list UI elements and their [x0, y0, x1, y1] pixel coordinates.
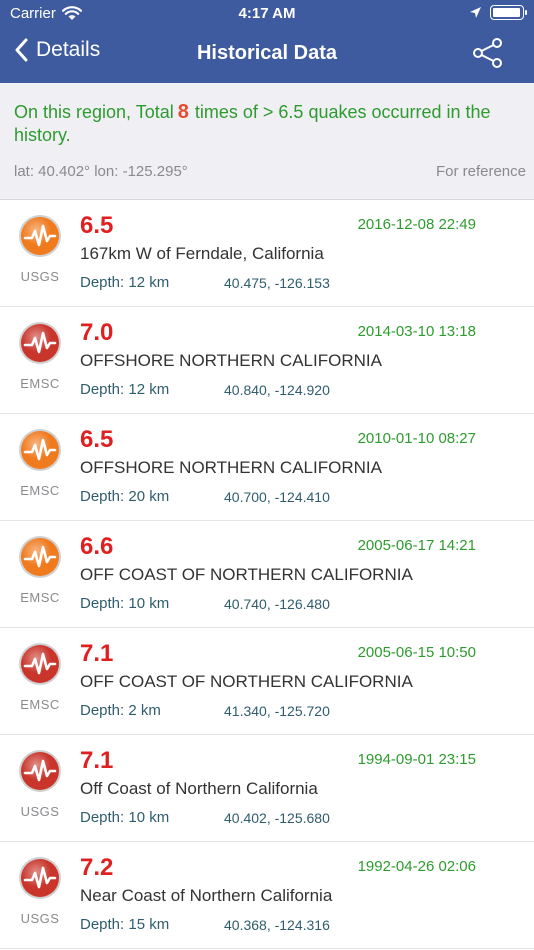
source-label: EMSC [20, 590, 60, 605]
quake-datetime: 2005-06-15 10:50 [357, 644, 476, 661]
battery-fill [493, 8, 520, 17]
quake-datetime: 2010-01-10 08:27 [357, 430, 476, 447]
quake-depth: Depth: 2 km [80, 702, 161, 719]
quake-row[interactable]: USGS 7.1 1994-09-01 23:15 Off Coast of N… [0, 735, 534, 842]
quake-location-name: 167km W of Ferndale, California [80, 244, 324, 263]
quake-location-name: OFFSHORE NORTHERN CALIFORNIA [80, 351, 382, 370]
battery-icon [490, 5, 527, 20]
quake-row[interactable]: USGS 6.5 2016-12-08 22:49 167km W of Fer… [0, 200, 534, 307]
source-label: USGS [20, 804, 60, 819]
seismograph-icon [19, 322, 61, 364]
quake-list: USGS 6.5 2016-12-08 22:49 167km W of Fer… [0, 200, 534, 949]
summary-text: On this region, Total 8 times of > 6.5 qua… [14, 101, 514, 147]
summary-text-before: On this region, Total [14, 102, 174, 122]
quake-row[interactable]: EMSC 6.5 2010-01-10 08:27 OFFSHORE NORTH… [0, 414, 534, 521]
source-label: EMSC [20, 697, 60, 712]
quake-datetime: 2005-06-17 14:21 [357, 537, 476, 554]
quake-row[interactable]: USGS 7.2 1992-04-26 02:06 Near Coast of … [0, 842, 534, 949]
share-icon[interactable] [472, 37, 504, 69]
quake-coordinates: 40.402, -125.680 [224, 810, 330, 826]
quake-location-name: Off Coast of Northern California [80, 779, 318, 798]
page-title: Historical Data [196, 42, 338, 64]
quake-depth: Depth: 12 km [80, 274, 170, 291]
source-label: USGS [20, 269, 60, 284]
source-label: USGS [20, 911, 60, 926]
quake-datetime: 2014-03-10 13:18 [357, 323, 476, 340]
seismograph-icon [19, 215, 61, 257]
quake-coordinates: 40.840, -124.920 [224, 382, 330, 398]
quake-coordinates: 40.475, -126.153 [224, 275, 330, 291]
seismograph-icon [19, 643, 61, 685]
seismograph-icon [19, 536, 61, 578]
region-coordinates: lat: 40.402° lon: -125.295° [14, 163, 188, 180]
status-right [469, 5, 527, 20]
quake-row[interactable]: EMSC 7.1 2005-06-15 10:50 OFF COAST OF N… [0, 628, 534, 735]
quake-row[interactable]: EMSC 6.6 2005-06-17 14:21 OFF COAST OF N… [0, 521, 534, 628]
quake-location-name: OFF COAST OF NORTHERN CALIFORNIA [80, 672, 413, 691]
top-bar: Carrier 4:17 AM Details Historical Data [0, 0, 534, 83]
quake-location-name: OFF COAST OF NORTHERN CALIFORNIA [80, 565, 413, 584]
quake-coordinates: 40.368, -124.316 [224, 917, 330, 933]
source-label: EMSC [20, 483, 60, 498]
source-label: EMSC [20, 376, 60, 391]
magnitude: 6.5 [80, 212, 114, 239]
seismograph-icon [19, 429, 61, 471]
quake-coordinates: 40.700, -124.410 [224, 489, 330, 505]
quake-depth: Depth: 15 km [80, 916, 170, 933]
quake-depth: Depth: 12 km [80, 381, 170, 398]
seismograph-icon [19, 857, 61, 899]
navigation-bar: Details Historical Data [0, 28, 534, 83]
magnitude: 7.2 [80, 854, 114, 881]
magnitude: 6.6 [80, 533, 114, 560]
quake-depth: Depth: 10 km [80, 595, 170, 612]
quake-datetime: 1992-04-26 02:06 [357, 858, 476, 875]
seismograph-icon [19, 750, 61, 792]
summary-panel: On this region, Total 8 times of > 6.5 qua… [0, 83, 534, 200]
quake-location-name: Near Coast of Northern California [80, 886, 333, 905]
quake-depth: Depth: 10 km [80, 809, 170, 826]
quake-depth: Depth: 20 km [80, 488, 170, 505]
quake-coordinates: 40.740, -126.480 [224, 596, 330, 612]
magnitude: 6.5 [80, 426, 114, 453]
quake-datetime: 2016-12-08 22:49 [357, 216, 476, 233]
status-bar: Carrier 4:17 AM [0, 0, 534, 28]
status-time: 4:17 AM [238, 5, 296, 22]
quake-datetime: 1994-09-01 23:15 [357, 751, 476, 768]
location-arrow-icon [470, 7, 481, 18]
quake-count: 8 [177, 101, 189, 123]
magnitude: 7.1 [80, 747, 114, 774]
magnitude: 7.1 [80, 640, 114, 667]
quake-row[interactable]: EMSC 7.0 2014-03-10 13:18 OFFSHORE NORTH… [0, 307, 534, 414]
magnitude: 7.0 [80, 319, 114, 346]
quake-location-name: OFFSHORE NORTHERN CALIFORNIA [80, 458, 382, 477]
reference-note: For reference [435, 163, 526, 180]
quake-coordinates: 41.340, -125.720 [224, 703, 330, 719]
